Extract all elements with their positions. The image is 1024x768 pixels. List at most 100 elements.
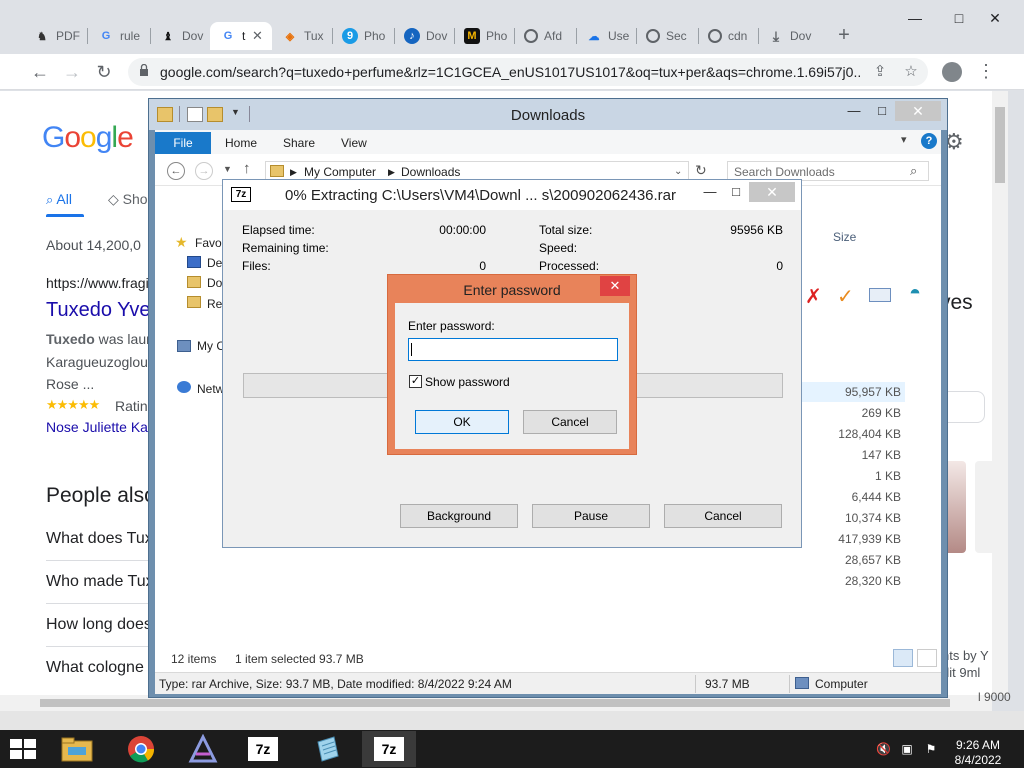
maximize-icon[interactable]: □ bbox=[944, 6, 974, 30]
password-title-bar[interactable]: Enter password ✕ bbox=[388, 275, 636, 303]
tab-close-icon[interactable]: ✕ bbox=[252, 28, 263, 44]
taskbar-chrome[interactable] bbox=[114, 731, 168, 767]
clock-date[interactable]: 8/4/2022 bbox=[948, 753, 1008, 767]
recent-locations-icon[interactable]: ▼ bbox=[223, 164, 232, 174]
question-2[interactable]: Who made Tux bbox=[46, 573, 154, 591]
taskbar-notepad[interactable] bbox=[300, 731, 354, 767]
check-icon[interactable]: ✓ bbox=[837, 284, 854, 309]
taskbar-file-explorer[interactable] bbox=[50, 731, 104, 767]
show-password-checkbox[interactable]: ✓ bbox=[409, 375, 422, 388]
address-dropdown-icon[interactable]: ⌄ bbox=[674, 166, 682, 177]
ribbon-expand-chevron-icon[interactable]: ▾ bbox=[901, 133, 907, 146]
share-icon[interactable]: ⇪ bbox=[870, 62, 890, 82]
breadcrumb-my-computer[interactable]: My Computer bbox=[304, 165, 376, 179]
tab-4-active[interactable]: G t ✕ bbox=[210, 22, 272, 50]
large-icons-view-icon[interactable] bbox=[917, 649, 937, 667]
taskbar-app[interactable] bbox=[176, 731, 230, 767]
ribbon-tab-home[interactable]: Home bbox=[225, 136, 257, 150]
up-arrow-icon[interactable]: ↑ bbox=[243, 160, 251, 177]
nav-network[interactable]: Netw bbox=[197, 382, 224, 396]
tab-all[interactable]: ⌕ All bbox=[46, 191, 72, 208]
close-icon[interactable]: ✕ bbox=[600, 276, 630, 296]
show-password-label[interactable]: Show password bbox=[425, 375, 510, 389]
size-column-header[interactable]: Size bbox=[833, 230, 856, 244]
cancel-extract-button[interactable]: Cancel bbox=[664, 504, 782, 528]
tab-8[interactable]: M Pho bbox=[454, 22, 514, 50]
bookmark-star-icon[interactable]: ☆ bbox=[901, 62, 921, 82]
ribbon-tab-file[interactable]: File bbox=[155, 132, 211, 154]
tab-13[interactable]: ⤓ Dov bbox=[758, 22, 818, 50]
maximize-icon[interactable]: □ bbox=[721, 182, 751, 202]
reload-icon[interactable]: ↻ bbox=[92, 60, 116, 84]
vertical-scrollbar[interactable] bbox=[992, 91, 1008, 695]
minimize-icon[interactable]: — bbox=[900, 6, 930, 30]
minimize-icon[interactable]: — bbox=[839, 101, 869, 121]
nav-favorites[interactable]: Favo bbox=[195, 236, 222, 250]
windows-start-icon[interactable] bbox=[8, 737, 38, 761]
explorer-title-bar[interactable]: ▼ Downloads — □ ✕ bbox=[149, 99, 947, 130]
address-field[interactable]: ▶ My Computer ▶ Downloads ⌄ bbox=[265, 161, 689, 181]
nav-downloads[interactable]: Do bbox=[207, 276, 222, 290]
tab-12[interactable]: cdn bbox=[698, 22, 758, 50]
question-3[interactable]: How long does bbox=[46, 616, 152, 634]
info-panel-icon[interactable] bbox=[869, 288, 891, 302]
nav-my-computer[interactable]: My C bbox=[197, 339, 225, 353]
flag-icon[interactable]: ⚑ bbox=[924, 742, 938, 756]
tab-6[interactable]: 9 Pho bbox=[332, 22, 394, 50]
ribbon-tab-share[interactable]: Share bbox=[283, 136, 315, 150]
profile-avatar-icon[interactable] bbox=[942, 62, 962, 82]
tab-1[interactable]: ♞ PDF bbox=[24, 22, 86, 50]
address-bar[interactable]: google.com/search?q=tuxedo+perfume&rlz=1… bbox=[128, 58, 928, 86]
help-icon[interactable]: ? bbox=[921, 133, 937, 149]
total-size-value: 95956 KB bbox=[730, 223, 783, 237]
pause-button[interactable]: Pause bbox=[532, 504, 650, 528]
google-g-icon: G bbox=[223, 30, 233, 42]
kebab-menu-icon[interactable]: ⋮ bbox=[976, 60, 996, 84]
close-icon[interactable]: ✕ bbox=[980, 6, 1010, 30]
tab-9[interactable]: Afd bbox=[514, 22, 576, 50]
tab-10[interactable]: ☁ Use bbox=[576, 22, 636, 50]
close-icon[interactable]: ✕ bbox=[895, 101, 941, 121]
details-view-icon[interactable] bbox=[893, 649, 913, 667]
maximize-icon[interactable]: □ bbox=[867, 101, 897, 121]
forward-arrow-icon[interactable]: → bbox=[195, 162, 213, 180]
back-arrow-icon[interactable]: ← bbox=[167, 162, 185, 180]
cancel-button[interactable]: Cancel bbox=[523, 410, 617, 434]
breadcrumb-downloads[interactable]: Downloads bbox=[401, 165, 460, 179]
ok-button[interactable]: OK bbox=[415, 410, 509, 434]
taskbar-7zip-active[interactable]: 7z bbox=[362, 731, 416, 767]
result-title-link[interactable]: Tuxedo Yve bbox=[46, 299, 151, 322]
question-4[interactable]: What cologne bbox=[46, 659, 144, 677]
forward-arrow-icon[interactable]: → bbox=[60, 60, 84, 84]
nav-recent[interactable]: Re bbox=[207, 297, 222, 311]
scrollbar-thumb[interactable] bbox=[40, 699, 950, 707]
speaker-muted-icon[interactable]: 🔇 bbox=[876, 742, 891, 756]
network-icon[interactable]: ▣ bbox=[900, 742, 914, 756]
ribbon-tab-view[interactable]: View bbox=[341, 136, 367, 150]
clock-time[interactable]: 9:26 AM bbox=[948, 738, 1008, 752]
nose-link[interactable]: Nose Juliette Ka bbox=[46, 419, 148, 435]
taskbar-7zip[interactable]: 7z bbox=[236, 731, 290, 767]
nav-desktop[interactable]: De bbox=[207, 256, 222, 270]
scrollbar-thumb[interactable] bbox=[995, 107, 1005, 183]
background-button[interactable]: Background bbox=[400, 504, 518, 528]
google-logo[interactable]: Google bbox=[42, 121, 134, 155]
delete-x-icon[interactable]: ✗ bbox=[805, 284, 822, 309]
password-input[interactable] bbox=[408, 338, 618, 361]
refresh-icon[interactable]: ↻ bbox=[695, 162, 707, 179]
back-arrow-icon[interactable]: ← bbox=[28, 60, 52, 84]
shell-icon[interactable]: ◓ bbox=[909, 282, 921, 305]
tab-5[interactable]: ◈ Tux bbox=[272, 22, 332, 50]
result-url[interactable]: https://www.fragi bbox=[46, 275, 149, 291]
tab-7[interactable]: ♪ Dov bbox=[394, 22, 454, 50]
tab-3[interactable]: ♝ Dov bbox=[150, 22, 210, 50]
tab-shopping[interactable]: ◇ Sho bbox=[108, 191, 148, 208]
close-icon[interactable]: ✕ bbox=[749, 182, 795, 202]
extract-title-bar[interactable]: 7z 0% Extracting C:\Users\VM4\Downl ... … bbox=[223, 180, 801, 210]
chrome-icon bbox=[128, 736, 155, 763]
new-tab-button[interactable]: + bbox=[833, 24, 855, 46]
search-downloads-input[interactable]: Search Downloads ⌕ bbox=[727, 161, 929, 181]
question-1[interactable]: What does Tux bbox=[46, 530, 153, 548]
tab-11[interactable]: Sec bbox=[636, 22, 698, 50]
tab-2[interactable]: G rule bbox=[88, 22, 150, 50]
